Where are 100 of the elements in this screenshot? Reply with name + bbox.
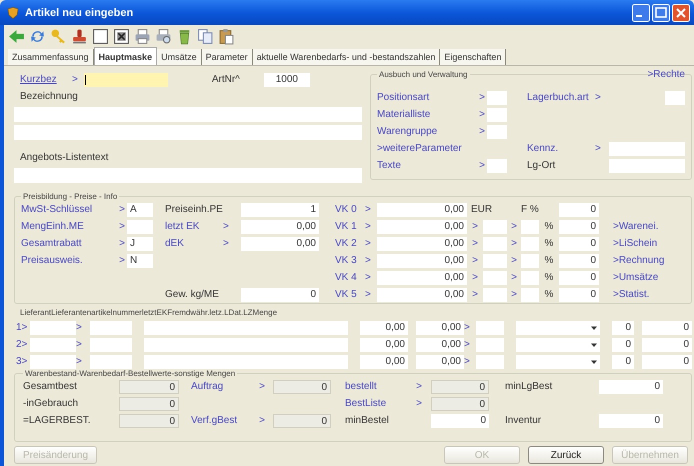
text-field[interactable] (521, 254, 539, 268)
lookup-arrow[interactable]: > (511, 238, 517, 248)
text-field[interactable]: 0 (119, 396, 179, 410)
back-arrow-icon[interactable] (8, 28, 25, 44)
text-field[interactable] (30, 338, 76, 352)
lookup-arrow[interactable]: > (223, 220, 229, 232)
text-field[interactable]: 1000 (264, 72, 310, 86)
print-preview-icon[interactable] (155, 28, 172, 44)
lookup-arrow[interactable]: > (259, 380, 265, 392)
tab[interactable]: Parameter (202, 49, 253, 65)
text-field[interactable] (144, 320, 348, 334)
text-field[interactable]: 0 (431, 380, 489, 394)
dropdown[interactable] (516, 338, 600, 352)
text-field[interactable]: A (127, 202, 153, 216)
text-field[interactable] (144, 354, 348, 368)
text-field[interactable]: 0,00 (377, 288, 467, 302)
action-button[interactable]: Zurück (528, 446, 604, 464)
tab[interactable]: aktuelle Warenbedarfs- und -bestandszahlen (252, 49, 440, 65)
text-field[interactable]: 0,00 (377, 254, 467, 268)
text-field[interactable]: 0 (559, 236, 599, 250)
maximize-icon[interactable] (652, 4, 670, 22)
field-link[interactable]: MengEinh.ME (21, 220, 84, 232)
text-field[interactable] (483, 236, 507, 250)
lookup-arrow[interactable]: > (479, 126, 485, 136)
text-field[interactable]: 0,00 (416, 354, 464, 368)
field-link[interactable]: Auftrag (191, 380, 224, 392)
lookup-arrow[interactable]: > (472, 238, 478, 248)
text-field[interactable]: J (127, 236, 153, 250)
text-field[interactable] (487, 124, 507, 138)
field-link[interactable]: BestListe (345, 398, 386, 408)
field-link[interactable]: Kennz. (527, 142, 558, 154)
lookup-arrow[interactable]: > (72, 72, 78, 86)
field-link[interactable]: >Warenei. (613, 220, 658, 232)
text-field[interactable]: 0,00 (377, 202, 467, 216)
lookup-arrow[interactable]: > (223, 238, 229, 248)
text-field[interactable]: 0,00 (360, 354, 408, 368)
text-field[interactable]: 0 (642, 320, 692, 334)
field-link[interactable]: Materialliste (377, 108, 430, 120)
text-field[interactable]: 0 (559, 220, 599, 234)
lookup-arrow[interactable]: > (365, 220, 371, 232)
field-link[interactable]: Positionsart (377, 92, 430, 102)
lookup-arrow[interactable]: > (595, 142, 601, 154)
lookup-arrow[interactable]: > (76, 320, 90, 334)
field-link[interactable]: VK 1 (335, 220, 357, 232)
field-link[interactable]: dEK (165, 238, 184, 248)
field-link[interactable]: Preisausweis. (21, 254, 83, 266)
text-field[interactable] (521, 220, 539, 234)
text-field[interactable]: 0 (612, 338, 634, 352)
text-field[interactable]: 0 (559, 270, 599, 284)
text-field[interactable]: 0,00 (360, 338, 408, 352)
field-link[interactable]: VK 3 (335, 254, 357, 266)
field-link[interactable]: Texte (377, 160, 401, 170)
tab[interactable]: Eigenschaften (440, 49, 506, 65)
field-link[interactable]: >Rechte (647, 69, 685, 80)
text-field[interactable] (483, 288, 507, 302)
text-field[interactable] (476, 338, 504, 352)
text-field[interactable]: 0 (431, 396, 489, 410)
field-link[interactable]: >LiSchein (613, 238, 658, 248)
lookup-arrow[interactable]: > (464, 320, 476, 334)
field-link[interactable]: Warengruppe (377, 126, 438, 136)
field-link[interactable]: bestellt (345, 380, 377, 392)
text-field[interactable] (487, 108, 507, 122)
copy-icon[interactable] (197, 28, 214, 44)
text-field[interactable]: 0,00 (241, 236, 319, 250)
text-field[interactable] (14, 107, 362, 122)
lookup-arrow[interactable]: > (511, 220, 517, 232)
text-field[interactable]: 0,00 (377, 236, 467, 250)
tab[interactable]: Hauptmaske (94, 47, 158, 65)
crossed-box-icon[interactable] (113, 28, 130, 44)
text-field[interactable] (521, 270, 539, 284)
text-field[interactable]: 0 (612, 320, 634, 334)
field-link[interactable]: letzt EK (165, 220, 200, 232)
field-link[interactable]: Kurzbez (14, 72, 66, 86)
text-field[interactable]: 0 (431, 414, 489, 428)
text-field[interactable] (30, 320, 76, 334)
text-field[interactable]: 0,00 (360, 320, 408, 334)
text-field[interactable]: 0 (273, 380, 331, 394)
text-field[interactable] (127, 220, 153, 234)
text-field[interactable]: 0,00 (377, 270, 467, 284)
dropdown[interactable] (516, 320, 600, 334)
text-field[interactable]: 0 (241, 288, 319, 302)
text-field[interactable] (90, 338, 132, 352)
text-field[interactable] (90, 320, 132, 334)
field-link[interactable]: Verf.gBest (191, 414, 238, 426)
lookup-arrow[interactable]: > (76, 338, 90, 352)
lookup-arrow[interactable]: > (472, 272, 478, 282)
lookup-arrow[interactable]: > (511, 254, 517, 266)
text-field[interactable] (144, 338, 348, 352)
lookup-arrow[interactable]: > (464, 338, 476, 352)
text-field[interactable]: 0 (599, 414, 663, 428)
text-field[interactable] (665, 90, 685, 104)
field-link[interactable]: VK 0 (335, 204, 357, 214)
text-field[interactable] (483, 254, 507, 268)
text-field[interactable]: 0 (599, 380, 663, 394)
text-field[interactable]: 0 (642, 338, 692, 352)
text-field[interactable] (14, 125, 362, 140)
lookup-arrow[interactable]: > (472, 220, 478, 232)
row-number[interactable]: 3> (14, 354, 30, 368)
lookup-arrow[interactable]: > (119, 254, 125, 266)
text-field[interactable]: 0 (119, 414, 179, 428)
